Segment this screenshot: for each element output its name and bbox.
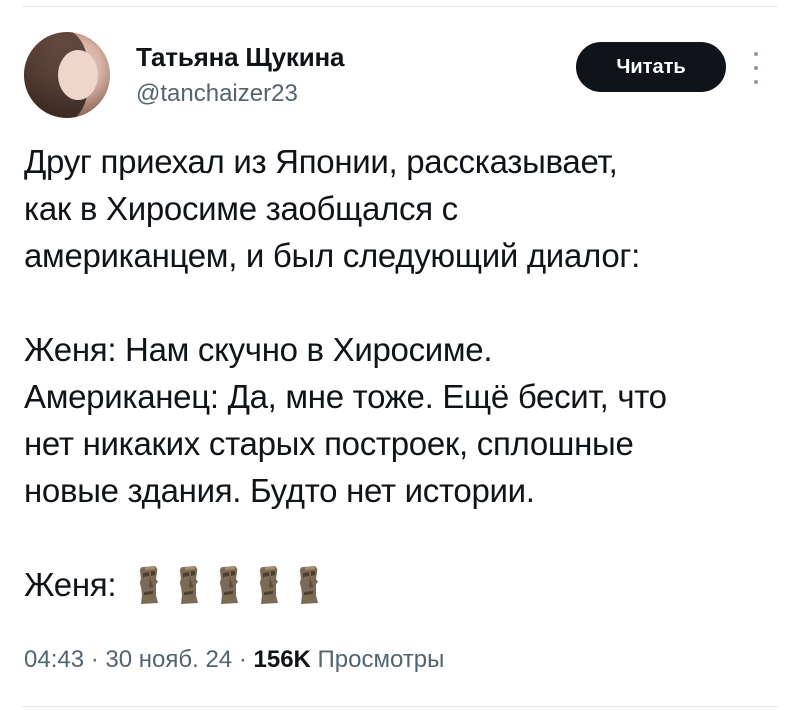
moai-icon: [138, 565, 160, 605]
views-count[interactable]: 156K: [254, 646, 311, 673]
more-dot: [754, 80, 758, 84]
bottom-divider: [22, 706, 778, 707]
more-dot: [754, 66, 758, 70]
tweet-line: Друг приехал из Японии, рассказывает,: [24, 143, 618, 180]
tweet-line: новые здания. Будто нет истории.: [24, 472, 535, 509]
tweet-date[interactable]: 30 нояб. 24: [105, 646, 232, 673]
tweet-last-line: Женя:: [24, 561, 784, 608]
top-divider: [22, 6, 778, 7]
meta-separator: ·: [90, 646, 99, 673]
tweet-line: нет никаких старых построек, сплошные: [24, 425, 634, 462]
more-dot: [754, 52, 758, 56]
moai-icon: [258, 565, 280, 605]
avatar-face: [58, 50, 98, 100]
emoji-row: [138, 565, 338, 605]
tweet-text: Друг приехал из Японии, рассказывает, ка…: [24, 138, 784, 608]
tweet-line: как в Хиросиме заобщался с: [24, 190, 458, 227]
moai-icon: [298, 565, 320, 605]
meta-separator: ·: [238, 646, 247, 673]
moai-icon: [178, 565, 200, 605]
tweet-header: Татьяна Щукина @tanchaizer23 Читать: [24, 28, 776, 120]
tweet-line: Женя: Нам скучно в Хиросиме.: [24, 331, 493, 368]
views-label[interactable]: Просмотры: [318, 646, 445, 673]
follow-button[interactable]: Читать: [576, 42, 726, 92]
more-vertical-icon[interactable]: [746, 48, 766, 88]
tweet-time[interactable]: 04:43: [24, 646, 84, 673]
moai-icon: [218, 565, 240, 605]
tweet-line: Американец: Да, мне тоже. Ещё бесит, что: [24, 378, 667, 415]
avatar[interactable]: [24, 32, 110, 118]
tweet-line-prefix: Женя:: [24, 566, 117, 603]
author-name[interactable]: Татьяна Щукина: [136, 42, 344, 73]
tweet-line: американцем, и был следующий диалог:: [24, 237, 640, 274]
author-handle[interactable]: @tanchaizer23: [136, 80, 298, 108]
tweet-meta: 04:43 · 30 нояб. 24 · 156K Просмотры: [24, 646, 444, 674]
